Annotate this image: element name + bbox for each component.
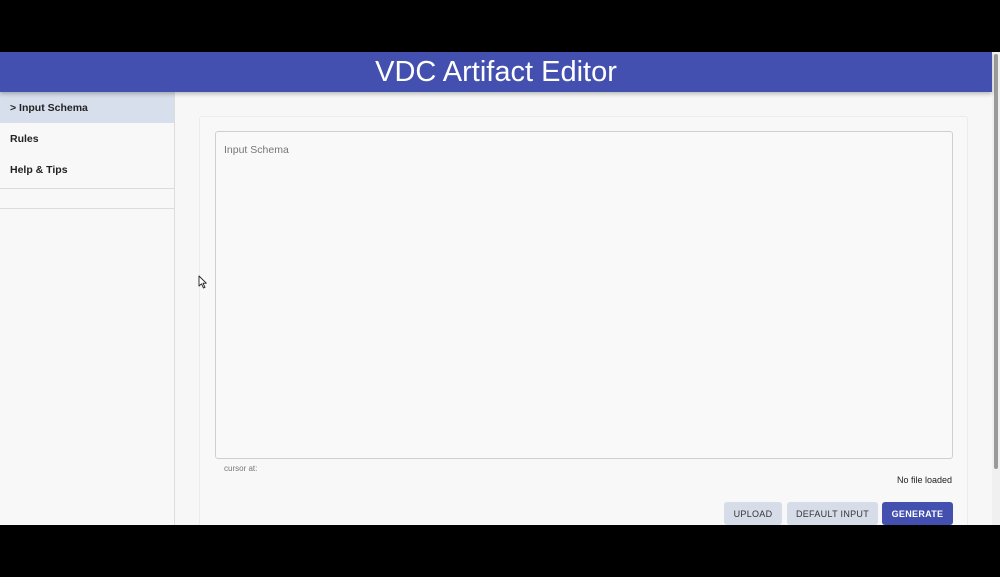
upload-button[interactable]: Upload [724,502,782,525]
schema-panel: cursor at: No file loaded Upload Default… [199,116,968,525]
default-input-button[interactable]: Default Input [787,502,878,525]
sidebar-divider [0,188,174,209]
input-schema-editor[interactable] [215,131,953,459]
cursor-position-label: cursor at: [224,464,258,473]
sidebar-item-input-schema[interactable]: > Input Schema [0,92,174,123]
sidebar-item-label: > Input Schema [10,101,88,114]
file-status: No file loaded [896,475,952,485]
page-title: VDC Artifact Editor [375,55,617,88]
generate-button[interactable]: Generate [882,502,953,525]
app-header: VDC Artifact Editor [0,52,992,92]
sidebar-item-label: Rules [10,132,39,145]
page-scrollbar[interactable] [992,52,1000,525]
mouse-pointer-icon [198,275,207,289]
app-window: VDC Artifact Editor > Input Schema Rules… [0,52,1000,525]
sidebar-item-rules[interactable]: Rules [0,123,174,154]
sidebar-item-help-tips[interactable]: Help & Tips [0,154,174,185]
sidebar-item-label: Help & Tips [10,163,68,176]
scrollbar-thumb[interactable] [994,54,998,469]
sidebar: > Input Schema Rules Help & Tips [0,92,175,525]
